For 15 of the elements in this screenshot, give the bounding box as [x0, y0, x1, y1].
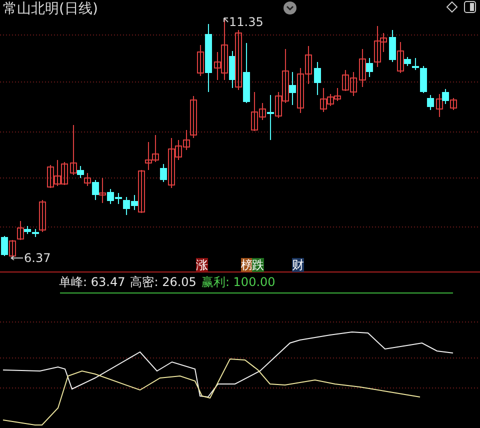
indicator-value: 单峰: 63.47 [59, 276, 126, 288]
chart-title: 常山北明(日线) [3, 2, 98, 16]
high-price-label: 11.35 [229, 16, 264, 28]
low-price-label: 6.37 [24, 252, 51, 264]
leader-line [224, 18, 228, 22]
signal-marker: 涨 [196, 258, 208, 272]
signal-marker: 财 [292, 258, 304, 272]
indicator-value: 赢利: 100.00 [201, 276, 276, 288]
panel-toggle-icon[interactable] [464, 1, 476, 13]
signal-marker: 榜 [241, 258, 253, 272]
diamond-icon[interactable] [446, 1, 458, 13]
dropdown-icon[interactable] [284, 2, 296, 14]
indicator-value: 高密: 26.05 [130, 276, 196, 288]
signal-marker: 跌 [252, 258, 264, 272]
leader-line [10, 256, 24, 260]
